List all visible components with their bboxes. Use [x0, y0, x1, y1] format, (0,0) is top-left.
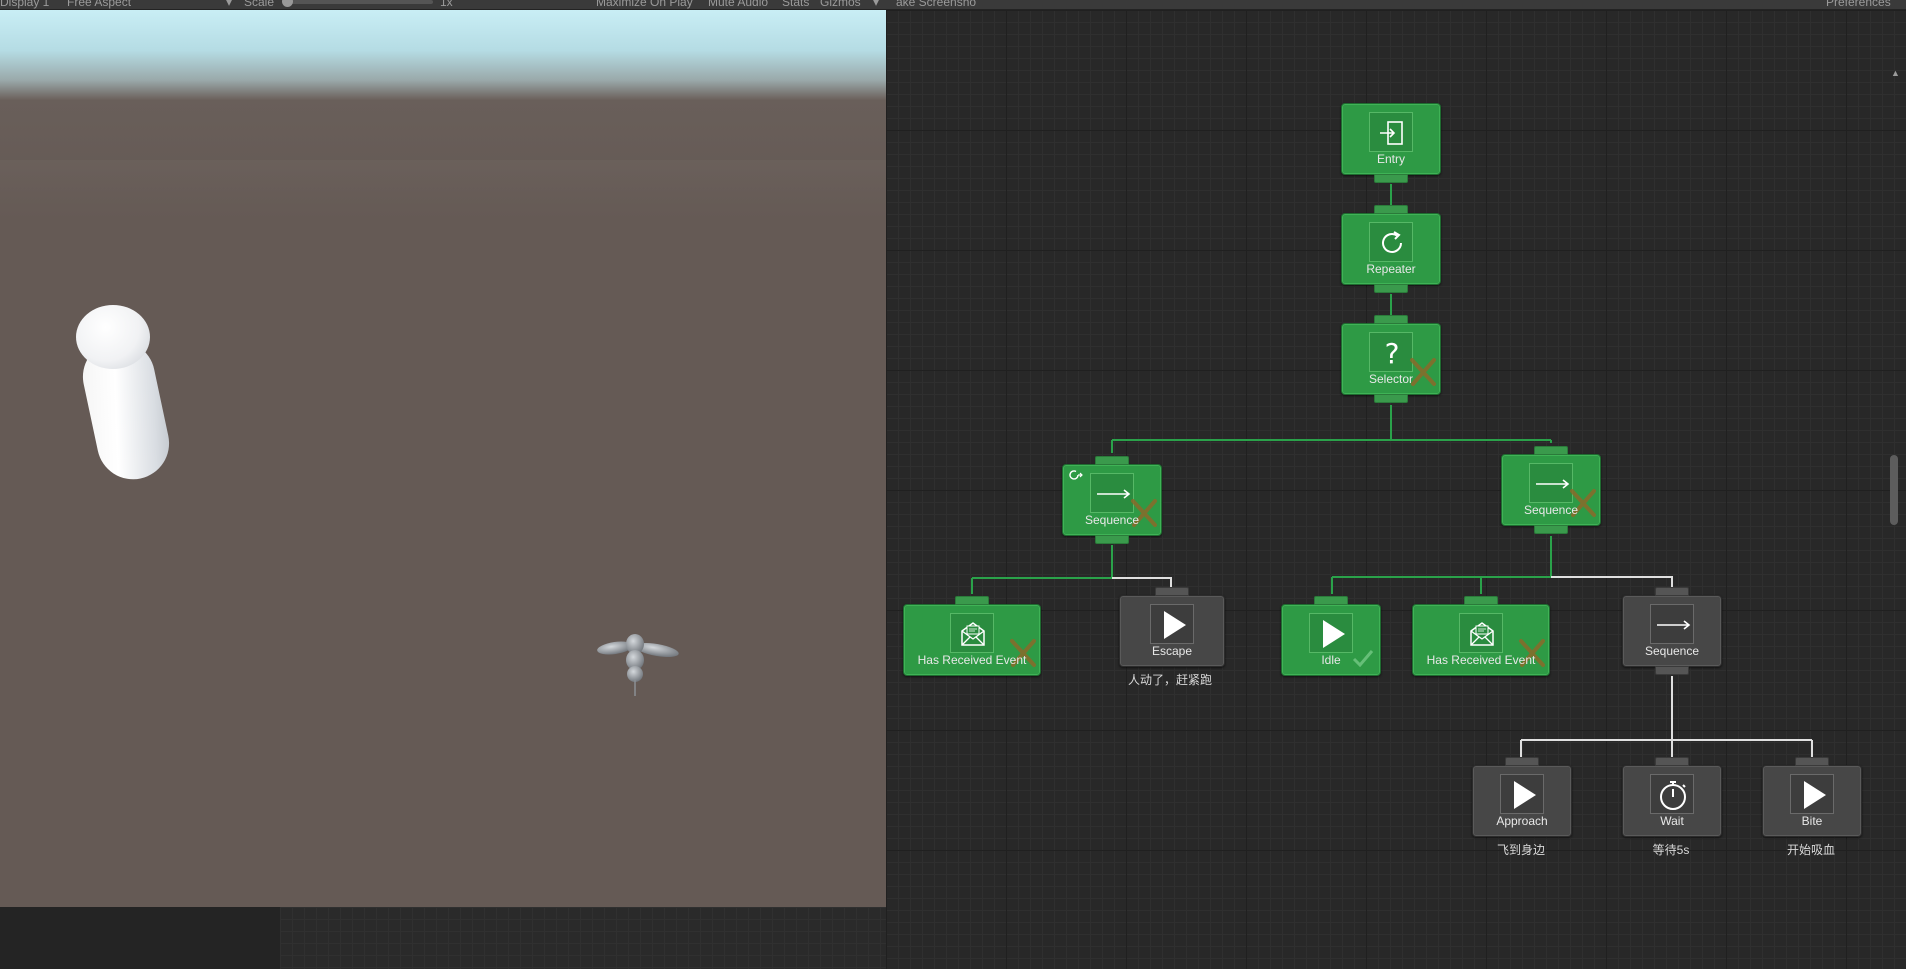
envelope-icon	[1459, 613, 1503, 653]
game-viewport[interactable]	[0, 10, 886, 907]
scroll-up-arrow-icon[interactable]: ▲	[1891, 68, 1900, 78]
node-label: Sequence	[1644, 644, 1700, 658]
node-has-received-event-2[interactable]: Has Received Event	[1412, 596, 1550, 676]
input-port[interactable]	[1464, 596, 1498, 605]
envelope-icon	[950, 613, 994, 653]
node-label: Bite	[1801, 814, 1823, 828]
node-sequence-sub[interactable]: Sequence	[1622, 587, 1722, 675]
node-comment-wait: 等待5s	[1652, 843, 1690, 857]
stats-toggle[interactable]: Stats	[782, 0, 809, 9]
input-port[interactable]	[1095, 456, 1129, 465]
scale-label: Scale	[244, 0, 275, 9]
node-label: Repeater	[1366, 262, 1416, 276]
graph-scrollbar[interactable]	[1890, 455, 1898, 525]
player-capsule	[70, 295, 180, 486]
node-label: Sequence	[1523, 503, 1579, 517]
game-view-footer-left	[0, 907, 280, 969]
output-port[interactable]	[1095, 535, 1129, 544]
gizmos-toggle[interactable]: Gizmos	[820, 0, 861, 9]
play-icon	[1790, 774, 1834, 814]
node-label: Sequence	[1084, 513, 1140, 527]
node-comment-escape: 人动了，赶紧跑	[1127, 673, 1212, 687]
input-port[interactable]	[1505, 757, 1539, 766]
repeat-icon	[1369, 222, 1413, 262]
play-icon	[1309, 613, 1353, 653]
node-label: Selector	[1368, 372, 1414, 386]
node-label: Has Received Event	[1426, 653, 1536, 667]
node-approach[interactable]: Approach	[1472, 757, 1572, 837]
input-port[interactable]	[1534, 446, 1568, 455]
display-dropdown[interactable]: Display 1	[0, 0, 49, 9]
game-toolbar: Display 1 Free Aspect ▾ Scale 1x Maximiz…	[0, 0, 1906, 10]
input-port[interactable]	[1155, 587, 1189, 596]
take-screenshot-button[interactable]: ake Screensho	[896, 0, 976, 9]
arrow-right-icon	[1090, 473, 1134, 513]
output-port[interactable]	[1374, 174, 1408, 183]
scale-slider[interactable]	[290, 0, 433, 4]
node-label: Entry	[1376, 152, 1405, 166]
question-icon: ?	[1369, 332, 1413, 372]
maximize-on-play-toggle[interactable]: Maximize On Play	[596, 0, 693, 9]
scale-value: 1x	[440, 0, 453, 9]
output-port[interactable]	[1374, 394, 1408, 403]
output-port[interactable]	[1534, 525, 1568, 534]
input-port[interactable]	[1314, 596, 1348, 605]
node-label: Idle	[1321, 653, 1341, 667]
input-port[interactable]	[1795, 757, 1829, 766]
node-label: Has Received Event	[917, 653, 1027, 667]
node-has-received-event-1[interactable]: Has Received Event	[903, 596, 1041, 676]
play-icon	[1500, 774, 1544, 814]
node-comment-bite: 开始吸血	[1786, 843, 1835, 857]
entry-icon	[1369, 112, 1413, 152]
input-port[interactable]	[1655, 587, 1689, 596]
input-port[interactable]	[1374, 205, 1408, 214]
play-icon	[1150, 604, 1194, 644]
mosquito-model	[597, 634, 679, 696]
node-entry[interactable]: Entry	[1341, 103, 1441, 183]
sky	[0, 10, 886, 100]
node-label: Wait	[1660, 814, 1684, 828]
node-wait[interactable]: Wait	[1622, 757, 1722, 837]
node-sequence-right[interactable]: Sequence	[1501, 446, 1601, 534]
ground	[0, 160, 886, 220]
scale-slider-handle[interactable]	[282, 0, 293, 7]
mute-audio-toggle[interactable]: Mute Audio	[708, 0, 768, 9]
graph-grid-extension	[280, 907, 886, 969]
arrow-right-icon	[1529, 463, 1573, 503]
node-repeater[interactable]: Repeater	[1341, 205, 1441, 293]
node-bite[interactable]: Bite	[1762, 757, 1862, 837]
preferences-button[interactable]: Preferences	[1826, 0, 1891, 9]
gizmos-chevron-down-icon[interactable]: ▾	[873, 0, 879, 9]
arrow-right-icon	[1650, 604, 1694, 644]
output-port[interactable]	[1374, 284, 1408, 293]
node-label: Approach	[1496, 814, 1548, 828]
output-port[interactable]	[1655, 666, 1689, 675]
node-escape[interactable]: Escape	[1119, 587, 1225, 667]
abort-self-icon	[1069, 470, 1083, 480]
node-comment-approach: 飞到身边	[1496, 843, 1545, 857]
capsule-head	[76, 305, 150, 369]
stopwatch-icon	[1650, 774, 1694, 814]
node-selector[interactable]: ? Selector	[1341, 315, 1441, 403]
node-idle[interactable]: Idle	[1281, 596, 1381, 676]
show-aspect-dropdown[interactable]: Free Aspect	[67, 0, 131, 9]
node-label: Escape	[1151, 644, 1193, 658]
node-sequence-left[interactable]: Sequence	[1062, 456, 1162, 544]
input-port[interactable]	[955, 596, 989, 605]
input-port[interactable]	[1655, 757, 1689, 766]
chevron-down-icon: ▾	[226, 0, 233, 9]
input-port[interactable]	[1374, 315, 1408, 324]
svg-text:?: ?	[1385, 337, 1400, 370]
